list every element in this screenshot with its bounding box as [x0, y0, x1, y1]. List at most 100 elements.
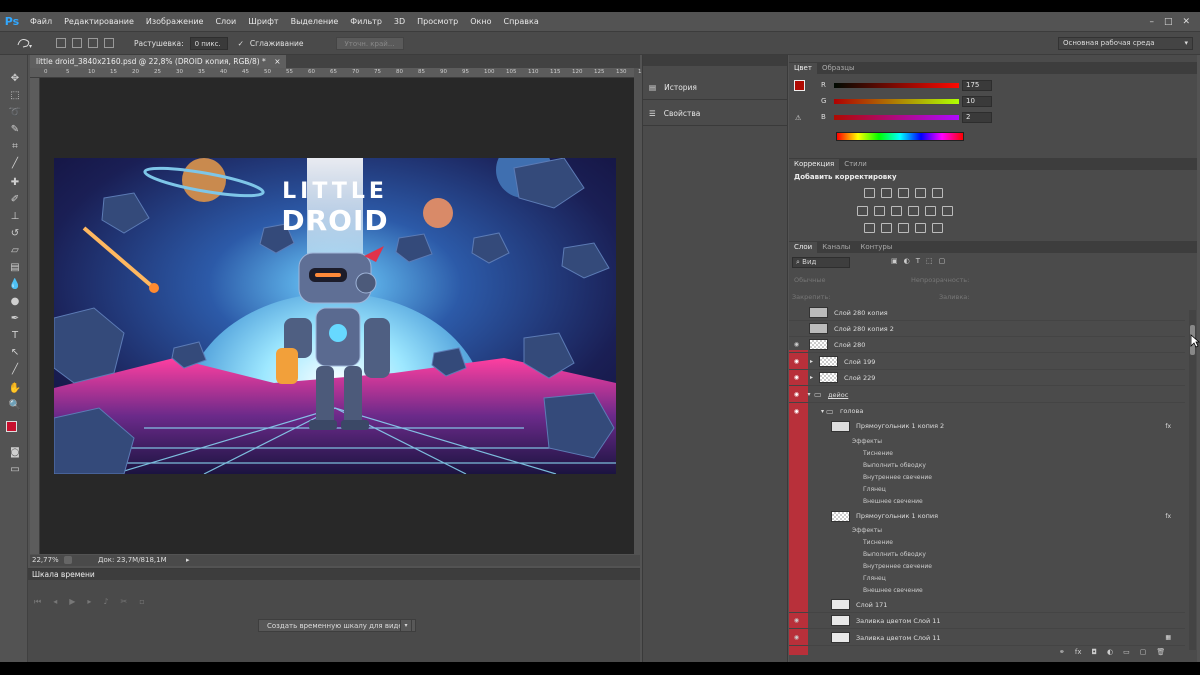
menu-view[interactable]: Просмотр: [411, 12, 464, 31]
add-mask-icon[interactable]: ◘: [1091, 648, 1097, 656]
menu-window[interactable]: Окно: [464, 12, 497, 31]
link-layers-icon[interactable]: ⚭: [1059, 648, 1065, 656]
g-input[interactable]: 10: [962, 96, 992, 107]
close-button[interactable]: ✕: [1182, 17, 1190, 27]
effect-item[interactable]: Глянец: [789, 483, 1185, 495]
fx-icon[interactable]: fx: [1165, 513, 1171, 520]
type-filter-icon[interactable]: T: [916, 257, 920, 265]
properties-panel-button[interactable]: ☰ Свойства: [649, 103, 700, 123]
photo-filter-icon[interactable]: [908, 206, 919, 216]
chevron-right-icon[interactable]: ▸: [804, 358, 819, 365]
effect-item[interactable]: Выполнить обводку: [789, 459, 1185, 471]
menu-3d[interactable]: 3D: [388, 12, 411, 31]
stamp-tool-icon[interactable]: ⊥: [8, 209, 22, 223]
fx-icon[interactable]: fx: [1165, 423, 1171, 430]
posterize-icon[interactable]: [881, 223, 892, 233]
foreground-color-swatch[interactable]: [794, 80, 805, 91]
eye-icon[interactable]: [789, 597, 804, 613]
layer-group-row[interactable]: ◉ ▾ ▭ голова: [789, 403, 1185, 419]
effect-item[interactable]: Внешнее свечение: [789, 584, 1185, 596]
marquee-tool-icon[interactable]: ⬚: [8, 88, 22, 102]
b-slider[interactable]: [834, 115, 959, 120]
eraser-tool-icon[interactable]: ▱: [8, 243, 22, 257]
hue-saturation-icon[interactable]: [857, 206, 868, 216]
delete-layer-icon[interactable]: 🗑: [1156, 648, 1165, 656]
timeline-dropdown-icon[interactable]: ▾: [400, 619, 412, 632]
menu-help[interactable]: Справка: [497, 12, 544, 31]
first-frame-icon[interactable]: ⏮: [34, 597, 41, 607]
eye-icon[interactable]: ◉: [789, 337, 804, 353]
eye-icon[interactable]: ◉: [789, 613, 804, 629]
exposure-icon[interactable]: [915, 188, 926, 198]
menu-image[interactable]: Изображение: [140, 12, 210, 31]
eye-icon[interactable]: ◉: [789, 630, 804, 646]
pixel-filter-icon[interactable]: ▣: [891, 257, 898, 265]
b-input[interactable]: 2: [962, 112, 992, 123]
gradient-tool-icon[interactable]: ▤: [8, 260, 22, 274]
effect-item[interactable]: Тиснение: [789, 536, 1185, 548]
new-selection-icon[interactable]: [56, 38, 66, 48]
layer-row[interactable]: Слой 280 копия: [789, 305, 1185, 321]
r-slider[interactable]: [834, 83, 959, 88]
zoom-level[interactable]: 22,77%: [32, 555, 59, 566]
chevron-right-icon[interactable]: ▸: [804, 374, 819, 381]
tab-layers[interactable]: Слои: [789, 242, 818, 253]
menu-select[interactable]: Выделение: [285, 12, 345, 31]
history-brush-tool-icon[interactable]: ↺: [8, 226, 22, 240]
eye-icon[interactable]: [789, 508, 804, 524]
hand-tool-icon[interactable]: ✋: [8, 381, 22, 395]
prev-frame-icon[interactable]: ◂: [53, 597, 57, 607]
transition-icon[interactable]: ▫: [139, 597, 144, 607]
color-spectrum-bar[interactable]: [836, 132, 964, 141]
adjustment-filter-icon[interactable]: ◐: [904, 257, 910, 265]
layer-group-row[interactable]: ◉ ▾ ▭ дейос: [789, 387, 1185, 403]
play-icon[interactable]: ▶: [69, 597, 75, 607]
eye-icon[interactable]: ◉: [789, 387, 804, 403]
layer-filter-select[interactable]: ⌕ Вид: [792, 257, 850, 268]
effect-item[interactable]: Внутреннее свечение: [789, 560, 1185, 572]
tab-swatches[interactable]: Образцы: [817, 63, 860, 74]
menu-type[interactable]: Шрифт: [242, 12, 284, 31]
crop-tool-icon[interactable]: ⌗: [8, 139, 22, 153]
tab-styles[interactable]: Стили: [839, 159, 872, 170]
lasso-tool-icon[interactable]: ➰: [8, 105, 22, 119]
color-lookup-icon[interactable]: [942, 206, 953, 216]
effect-item[interactable]: Внешнее свечение: [789, 495, 1185, 507]
layer-row[interactable]: ◉ Слой 280: [789, 337, 1185, 353]
refine-edge-button[interactable]: Уточн. край...: [335, 36, 404, 50]
black-white-icon[interactable]: [891, 206, 902, 216]
g-slider[interactable]: [834, 99, 959, 104]
audio-icon[interactable]: ♪: [103, 597, 108, 607]
effect-item[interactable]: Глянец: [789, 572, 1185, 584]
color-balance-icon[interactable]: [874, 206, 885, 216]
eye-icon[interactable]: ◉: [789, 370, 804, 386]
lasso-tool-icon[interactable]: ▾: [16, 37, 34, 49]
chevron-down-icon[interactable]: ▾: [804, 408, 826, 415]
tab-channels[interactable]: Каналы: [817, 242, 855, 253]
effects-header[interactable]: Эффекты: [789, 435, 1185, 447]
workspace-select[interactable]: Основная рабочая среда ▾: [1058, 37, 1193, 50]
menu-file[interactable]: Файл: [24, 12, 58, 31]
mask-icon[interactable]: ▦: [1165, 634, 1171, 641]
effect-item[interactable]: Выполнить обводку: [789, 548, 1185, 560]
layer-row[interactable]: ◉ Заливка цветом Слой 11 ▦: [789, 630, 1185, 646]
blend-mode-select[interactable]: Обычные: [794, 276, 825, 284]
minimize-button[interactable]: –: [1149, 17, 1154, 27]
brightness-icon[interactable]: [864, 188, 875, 198]
history-panel-button[interactable]: ▤ История: [649, 77, 697, 97]
status-icon[interactable]: [64, 556, 72, 564]
type-tool-icon[interactable]: T: [8, 328, 22, 342]
next-frame-icon[interactable]: ▸: [87, 597, 91, 607]
status-menu-arrow-icon[interactable]: ▸: [186, 555, 190, 566]
curves-icon[interactable]: [898, 188, 909, 198]
layer-row[interactable]: ◉ ▸ Слой 229: [789, 370, 1185, 386]
menu-filter[interactable]: Фильтр: [344, 12, 388, 31]
layer-row[interactable]: ◉ ▸ Слой 199: [789, 354, 1185, 370]
new-layer-icon[interactable]: ▢: [1140, 648, 1147, 656]
healing-tool-icon[interactable]: ✚: [8, 175, 22, 189]
maximize-button[interactable]: □: [1164, 17, 1173, 27]
screen-mode-icon[interactable]: ▭: [8, 462, 22, 476]
canvas-area[interactable]: LITTLE DROID: [40, 78, 634, 554]
shape-filter-icon[interactable]: ⬚: [926, 257, 933, 265]
smart-filter-icon[interactable]: ▢: [939, 257, 946, 265]
